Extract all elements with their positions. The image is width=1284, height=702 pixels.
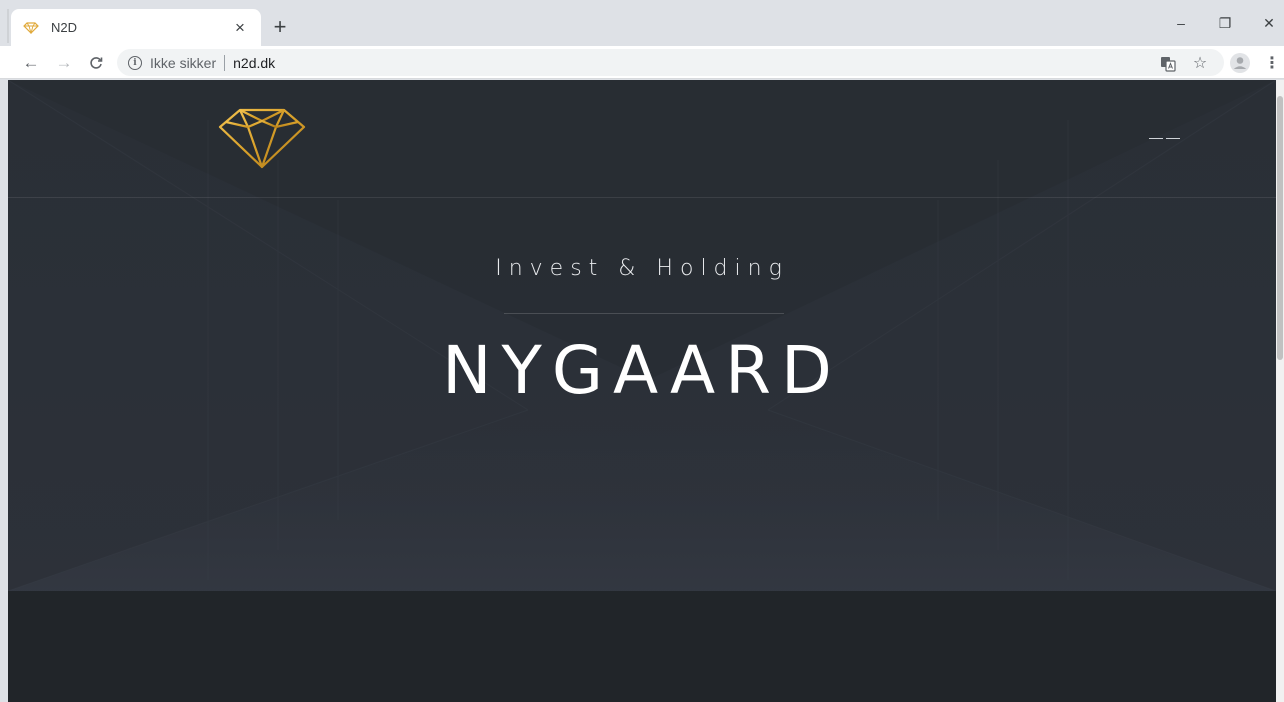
address-bar[interactable]: i Ikke sikker n2d.dk	[117, 49, 1224, 76]
info-icon[interactable]: i	[128, 55, 142, 70]
page-viewport: Invest & Holding NYGAARD	[8, 80, 1276, 702]
omnibox-separator	[224, 54, 226, 71]
avatar-icon	[1230, 53, 1250, 73]
page-scrollbar[interactable]	[1276, 80, 1284, 702]
diamond-logo-icon[interactable]	[218, 105, 306, 169]
back-button[interactable]: ←	[18, 50, 44, 76]
restore-button[interactable]: ❐	[1210, 10, 1240, 36]
reload-button[interactable]	[83, 50, 109, 76]
site-header	[8, 80, 1276, 198]
tab-title: N2D	[51, 20, 78, 35]
security-label[interactable]: Ikke sikker	[150, 55, 216, 71]
translate-glyph	[1161, 57, 1176, 72]
diamond-icon	[23, 21, 39, 34]
minimize-button[interactable]: –	[1166, 10, 1196, 36]
forward-button[interactable]: →	[51, 50, 77, 76]
hero-section: Invest & Holding NYGAARD	[8, 80, 1276, 591]
tab-edge	[7, 9, 9, 43]
browser-tab[interactable]: N2D ×	[11, 9, 261, 46]
hero-title: NYGAARD	[442, 332, 842, 409]
bookmark-star-icon[interactable]: ☆	[1187, 50, 1213, 76]
lower-section	[8, 591, 1276, 702]
browser-toolbar: ← → i Ikke sikker n2d.dk ☆ ⋮	[0, 46, 1284, 79]
menu-bar-left	[1149, 138, 1163, 139]
window-close-button[interactable]: ✕	[1254, 10, 1284, 36]
hero-divider	[504, 313, 784, 314]
scrollbar-thumb[interactable]	[1277, 96, 1283, 360]
tab-close-icon[interactable]: ×	[229, 17, 251, 39]
new-tab-button[interactable]: +	[268, 14, 292, 39]
browser-tabstrip: N2D × + – ❐ ✕	[0, 0, 1284, 46]
url-text[interactable]: n2d.dk	[233, 55, 275, 71]
menu-bar-right	[1166, 138, 1180, 139]
browser-menu-icon[interactable]: ⋮	[1259, 50, 1284, 76]
hero-subtitle: Invest & Holding	[495, 256, 789, 281]
reload-icon	[90, 57, 103, 69]
translate-icon[interactable]	[1155, 51, 1181, 77]
profile-avatar[interactable]	[1227, 50, 1253, 76]
hamburger-menu-icon[interactable]	[1149, 136, 1181, 142]
